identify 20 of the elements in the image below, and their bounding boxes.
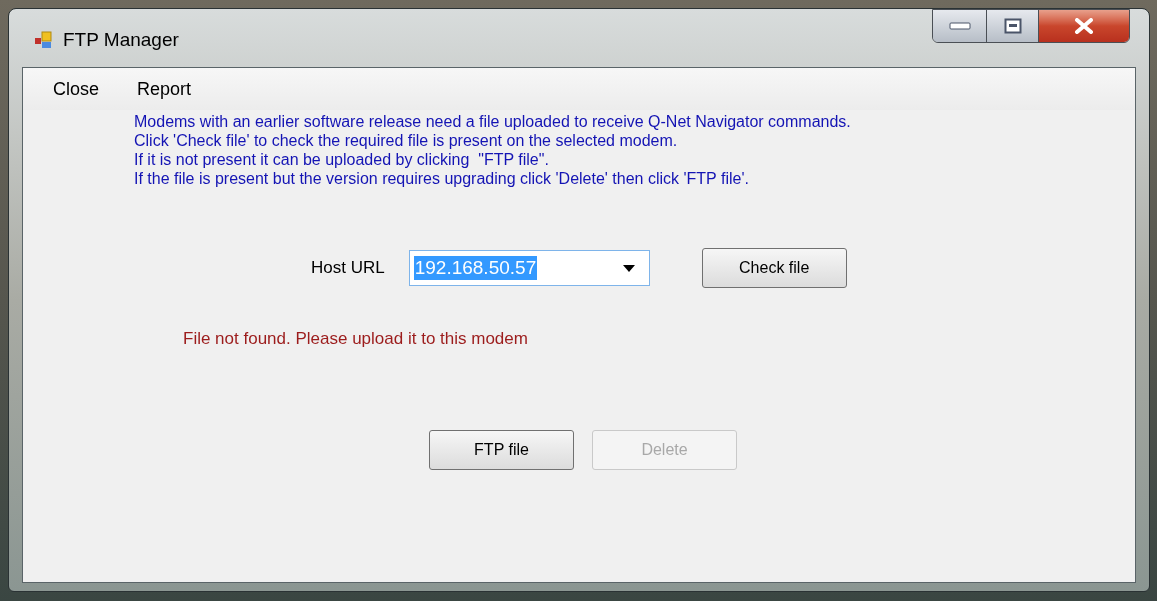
minimize-icon	[948, 22, 971, 30]
instruction-text: Modems with an earlier software release need a file uploaded to receive Q-Net Navigator commands.	[134, 112, 852, 131]
host-url-label: Host URL	[311, 257, 385, 280]
maximize-icon	[1003, 18, 1022, 34]
app-icon	[35, 31, 53, 49]
instruction-text: If the file is present but the version requires upgrading click 'Delete' then click 'FTP file'.	[134, 169, 750, 188]
menu-item[interactable]: Report	[137, 75, 192, 103]
instruction-text: Click 'Check file' to check the required file is present on the selected modem.	[134, 131, 679, 150]
window-title: FTP Manager	[63, 27, 179, 52]
instruction-text: If it is not present it can be uploaded by clicking "FTP file".	[134, 150, 550, 169]
host-url-value: 192.168.50.57	[413, 256, 538, 280]
close-icon	[1074, 18, 1094, 34]
push-button[interactable]: FTP file	[429, 429, 574, 470]
menu-item[interactable]: Close	[53, 75, 100, 103]
minimize-button[interactable]	[933, 10, 987, 42]
push-button[interactable]: Check file	[701, 248, 847, 288]
close-button[interactable]	[1039, 10, 1129, 42]
status-message: File not found. Please upload it to this modem	[183, 328, 528, 350]
maximize-button[interactable]	[987, 10, 1039, 42]
dropdown-arrow-icon	[622, 264, 635, 272]
